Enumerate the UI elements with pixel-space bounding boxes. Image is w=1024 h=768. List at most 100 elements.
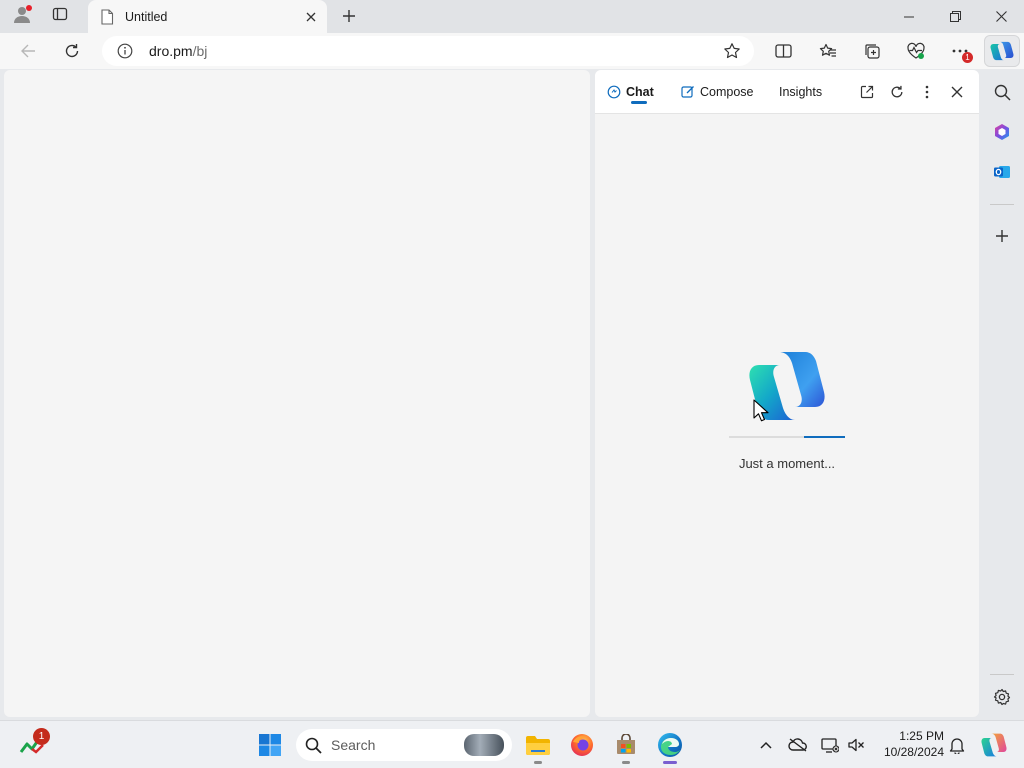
tab-chat[interactable]: Chat xyxy=(607,70,654,114)
clock-date: 10/28/2024 xyxy=(883,745,944,759)
search-icon xyxy=(994,84,1011,101)
tab-close-button[interactable] xyxy=(301,7,321,27)
volume-tray-button[interactable] xyxy=(842,729,870,761)
browser-essentials-button[interactable] xyxy=(900,36,932,66)
settings-and-more-button[interactable]: 1 xyxy=(944,36,976,66)
pane-more-button[interactable] xyxy=(915,80,939,104)
page-icon xyxy=(100,8,116,25)
more-alert-badge: 1 xyxy=(962,52,973,63)
show-hidden-icons-button[interactable] xyxy=(752,729,780,761)
tab-chat-label: Chat xyxy=(626,85,654,99)
back-icon xyxy=(21,44,35,58)
add-favorite-button[interactable] xyxy=(718,37,746,65)
copilot-loading: Just a moment... xyxy=(595,350,979,471)
taskbar-clock[interactable]: 1:25 PM 10/28/2024 xyxy=(872,728,944,760)
pane-refresh-button[interactable] xyxy=(885,80,909,104)
url-path: /bj xyxy=(192,43,208,59)
split-screen-button[interactable] xyxy=(767,36,799,66)
plus-icon xyxy=(996,230,1008,242)
start-button[interactable] xyxy=(250,725,290,765)
taskbar-file-explorer[interactable] xyxy=(518,725,558,765)
clock-time: 1:25 PM xyxy=(899,729,944,743)
sidebar-search-button[interactable] xyxy=(986,76,1018,108)
cloud-offline-icon xyxy=(788,738,807,752)
loading-progress-fill xyxy=(804,436,845,438)
search-highlight-image xyxy=(464,734,504,756)
tab-title: Untitled xyxy=(125,9,168,24)
open-new-window-icon xyxy=(860,85,874,99)
profile-button[interactable] xyxy=(6,3,38,29)
running-indicator xyxy=(622,761,630,764)
mouse-cursor-icon xyxy=(753,399,769,422)
notifications-button[interactable] xyxy=(943,729,971,761)
minimize-button[interactable] xyxy=(886,0,932,33)
browser-tab[interactable]: Untitled xyxy=(88,0,327,33)
taskbar-edge[interactable] xyxy=(650,725,690,765)
sidebar-customize-button[interactable] xyxy=(986,220,1018,252)
close-icon xyxy=(995,11,1007,22)
web-page-content[interactable] xyxy=(4,70,590,717)
window-close-button[interactable] xyxy=(978,0,1024,33)
chevron-up-icon xyxy=(760,741,772,749)
active-indicator xyxy=(663,761,677,764)
copilot-icon xyxy=(990,41,1014,61)
edge-icon xyxy=(658,733,682,757)
edge-sidebar xyxy=(980,70,1024,719)
profile-alert-dot xyxy=(26,5,32,11)
pane-close-button[interactable] xyxy=(945,80,969,104)
close-icon xyxy=(951,86,963,98)
windows-taskbar: 1 Search 1:25 PM 10/28/2024 xyxy=(0,720,1024,768)
taskbar-store[interactable] xyxy=(606,725,646,765)
search-icon xyxy=(305,737,322,754)
refresh-button[interactable] xyxy=(56,36,88,66)
sidebar-divider xyxy=(990,204,1014,205)
url-text[interactable]: dro.pm/bj xyxy=(149,43,718,59)
bell-icon xyxy=(949,738,965,754)
taskbar-search[interactable]: Search xyxy=(296,729,512,761)
copilot-icon xyxy=(981,733,1007,757)
favorites-button[interactable] xyxy=(812,36,844,66)
back-button[interactable] xyxy=(12,36,44,66)
search-label: Search xyxy=(331,737,376,753)
tab-compose[interactable]: Compose xyxy=(681,70,754,114)
compose-icon xyxy=(681,85,695,99)
split-screen-icon xyxy=(774,44,792,58)
star-icon xyxy=(724,43,740,59)
collections-icon xyxy=(865,44,880,59)
network-tray-button[interactable] xyxy=(816,729,844,761)
close-icon xyxy=(306,12,316,21)
taskbar-firefox[interactable] xyxy=(562,725,602,765)
copilot-toolbar-button[interactable] xyxy=(984,35,1020,67)
onedrive-tray-button[interactable] xyxy=(784,729,812,761)
info-icon[interactable] xyxy=(117,43,135,59)
heartbeat-icon xyxy=(907,42,925,59)
widgets-button[interactable]: 1 xyxy=(12,725,52,765)
taskbar-copilot-button[interactable] xyxy=(974,725,1014,765)
chat-icon xyxy=(607,85,621,99)
network-icon xyxy=(821,738,839,753)
tab-insights[interactable]: Insights xyxy=(779,70,822,114)
settings-icon xyxy=(993,688,1011,706)
browser-toolbar: dro.pm/bj 1 xyxy=(0,33,1024,69)
file-explorer-icon xyxy=(526,736,550,755)
sidebar-outlook-button[interactable] xyxy=(986,156,1018,188)
widgets-badge: 1 xyxy=(33,728,50,745)
new-tab-button[interactable] xyxy=(333,3,365,29)
m365-icon xyxy=(995,124,1009,140)
address-bar[interactable]: dro.pm/bj xyxy=(102,36,754,66)
tab-insights-label: Insights xyxy=(779,85,823,99)
maximize-button[interactable] xyxy=(932,0,978,33)
firefox-icon xyxy=(571,734,593,756)
sidebar-m365-button[interactable] xyxy=(986,116,1018,148)
loading-progress-bar xyxy=(729,436,845,438)
refresh-icon xyxy=(65,44,79,58)
tab-actions-icon xyxy=(52,6,68,27)
outlook-icon xyxy=(994,166,1010,178)
collections-button[interactable] xyxy=(856,36,888,66)
sidebar-settings-button[interactable] xyxy=(986,681,1018,713)
tab-actions-button[interactable] xyxy=(44,3,76,29)
tab-compose-label: Compose xyxy=(700,85,754,99)
open-in-new-window-button[interactable] xyxy=(855,80,879,104)
maximize-icon xyxy=(949,11,961,22)
title-bar: Untitled xyxy=(0,0,1024,33)
